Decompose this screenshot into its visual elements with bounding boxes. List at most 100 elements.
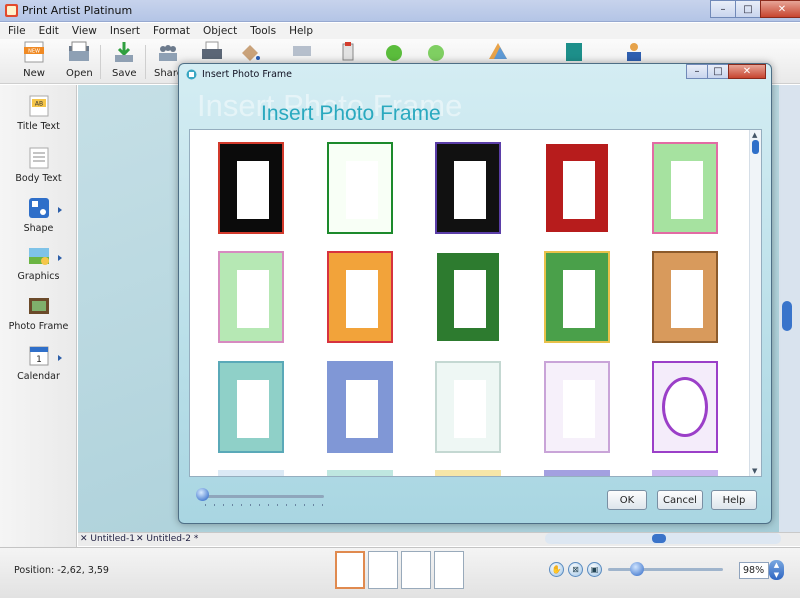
frame-white-green-vines[interactable] <box>327 142 393 234</box>
calendar-tool[interactable]: 1 Calendar <box>0 345 77 382</box>
body-text-tool[interactable]: Body Text <box>0 147 77 184</box>
horizontal-scroll-thumb[interactable] <box>652 534 666 543</box>
menu-view[interactable]: View <box>72 25 97 37</box>
toolbar-separator <box>145 45 146 79</box>
svg-text:NEW: NEW <box>28 49 40 55</box>
frame-photo-area <box>454 270 486 328</box>
menu-insert[interactable]: Insert <box>110 25 140 37</box>
frame-partial[interactable] <box>652 470 718 476</box>
new-button[interactable]: NEW New <box>22 41 46 81</box>
frame-photo-area <box>454 380 486 438</box>
frame-black-red-vines[interactable] <box>218 142 284 234</box>
frame-red-snowmen[interactable] <box>544 142 610 234</box>
frame-green-pink-border[interactable] <box>652 142 718 234</box>
menu-bar: File Edit View Insert Format Object Tool… <box>0 23 800 39</box>
shape-flyout-arrow-icon[interactable] <box>58 207 62 213</box>
app-close-button[interactable]: ✕ <box>760 0 800 18</box>
zoom-slider-track[interactable] <box>608 568 723 571</box>
frame-photo-area <box>237 161 269 219</box>
menu-file[interactable]: File <box>8 25 26 37</box>
page-thumbnail-3[interactable] <box>401 551 431 589</box>
frame-partial[interactable] <box>544 470 610 476</box>
menu-format[interactable]: Format <box>153 25 190 37</box>
paste-icon <box>342 42 354 61</box>
shape-tool[interactable]: Shape <box>0 197 77 234</box>
dialog-header: Insert Photo Frame Insert Photo Frame <box>185 88 765 128</box>
tab-untitled-1[interactable]: ✕ Untitled-1 <box>80 534 135 544</box>
frame-faces-cartoon[interactable] <box>327 251 393 343</box>
frame-teddy-bears[interactable] <box>652 251 718 343</box>
frame-gallery[interactable]: ▲ ▼ <box>189 129 762 477</box>
frame-photo-area <box>662 377 708 437</box>
save-view-icon[interactable]: ▣ <box>587 562 602 577</box>
frame-mint-dotted[interactable] <box>218 251 284 343</box>
dialog-maximize-button[interactable]: □ <box>707 64 729 79</box>
menu-tools[interactable]: Tools <box>250 25 276 37</box>
tab-untitled-1-label: Untitled-1 <box>90 534 135 544</box>
photo-frame-tool[interactable]: Photo Frame <box>0 295 77 332</box>
redo-icon <box>428 45 444 61</box>
palette-icon <box>489 43 507 59</box>
scroll-down-arrow-icon[interactable]: ▼ <box>752 467 757 475</box>
open-label: Open <box>66 68 93 79</box>
frame-farm-scene[interactable] <box>544 251 610 343</box>
save-button[interactable]: Save <box>112 41 137 81</box>
frame-photo-area <box>563 270 595 328</box>
workspace-vertical-scrollbar[interactable] <box>779 85 800 532</box>
frame-partial[interactable] <box>327 470 393 476</box>
calendar-flyout-arrow-icon[interactable] <box>58 355 62 361</box>
dialog-window-controls: – □ ✕ <box>686 64 766 79</box>
vertical-scroll-thumb[interactable] <box>782 301 792 331</box>
body-text-label: Body Text <box>15 173 62 184</box>
menu-object[interactable]: Object <box>203 25 237 37</box>
tab-untitled-2-label: Untitled-2 * <box>146 534 199 544</box>
zoom-slider-knob[interactable] <box>630 562 644 576</box>
thumbnail-size-knob[interactable] <box>196 488 209 501</box>
page-thumbnail-4[interactable] <box>434 551 464 589</box>
scroll-up-arrow-icon[interactable]: ▲ <box>752 131 757 139</box>
frame-purple-oval[interactable] <box>652 361 718 453</box>
undo-icon <box>386 45 402 61</box>
app-minimize-button[interactable]: – <box>710 0 736 18</box>
title-text-tool[interactable]: AB Title Text <box>0 95 77 132</box>
frame-photo-area <box>237 380 269 438</box>
title-text-icon: AB <box>29 95 48 117</box>
page-thumbnail-2[interactable] <box>368 551 398 589</box>
frame-dark-green-vine[interactable] <box>435 251 501 343</box>
help-button[interactable]: Help <box>711 490 757 510</box>
toolbar-separator <box>100 45 101 79</box>
gallery-vertical-scrollbar[interactable]: ▲ ▼ <box>749 130 761 476</box>
menu-help[interactable]: Help <box>289 25 313 37</box>
graphics-flyout-arrow-icon[interactable] <box>58 255 62 261</box>
frame-photo-area <box>563 380 595 438</box>
page-thumbnail-1[interactable] <box>335 551 365 589</box>
open-button[interactable]: Open <box>66 41 93 81</box>
frame-periwinkle-plain[interactable] <box>327 361 393 453</box>
gallery-scroll-thumb[interactable] <box>752 140 759 154</box>
frame-photo-area <box>454 161 486 219</box>
frame-photo-area <box>563 161 595 219</box>
frame-pastel-confetti[interactable] <box>544 361 610 453</box>
tab-untitled-2[interactable]: ✕ Untitled-2 * <box>136 534 198 544</box>
graphics-tool[interactable]: Graphics <box>0 245 77 282</box>
zoom-spinner-icon[interactable]: ▲ ▼ <box>769 560 784 580</box>
frame-black-presents[interactable] <box>435 142 501 234</box>
menu-edit[interactable]: Edit <box>39 25 59 37</box>
frame-teal-swirls[interactable] <box>218 361 284 453</box>
cancel-button[interactable]: Cancel <box>657 490 703 510</box>
ok-button[interactable]: OK <box>607 490 647 510</box>
app-maximize-button[interactable]: □ <box>735 0 761 18</box>
zoom-value[interactable]: 98% <box>739 562 769 579</box>
hand-tool-icon[interactable]: ✋ <box>549 562 564 577</box>
share-people-icon <box>159 45 178 61</box>
frame-partial[interactable] <box>218 470 284 476</box>
frame-partial[interactable] <box>435 470 501 476</box>
open-folder-icon <box>69 41 90 61</box>
frame-light-floral[interactable] <box>435 361 501 453</box>
dialog-close-button[interactable]: ✕ <box>728 64 766 79</box>
fit-page-icon[interactable]: ⊠ <box>568 562 583 577</box>
dialog-minimize-button[interactable]: – <box>686 64 708 79</box>
workspace-horizontal-scrollbar[interactable] <box>545 533 781 544</box>
shape-label: Shape <box>23 223 54 234</box>
thumbnail-size-slider[interactable] <box>199 495 324 498</box>
